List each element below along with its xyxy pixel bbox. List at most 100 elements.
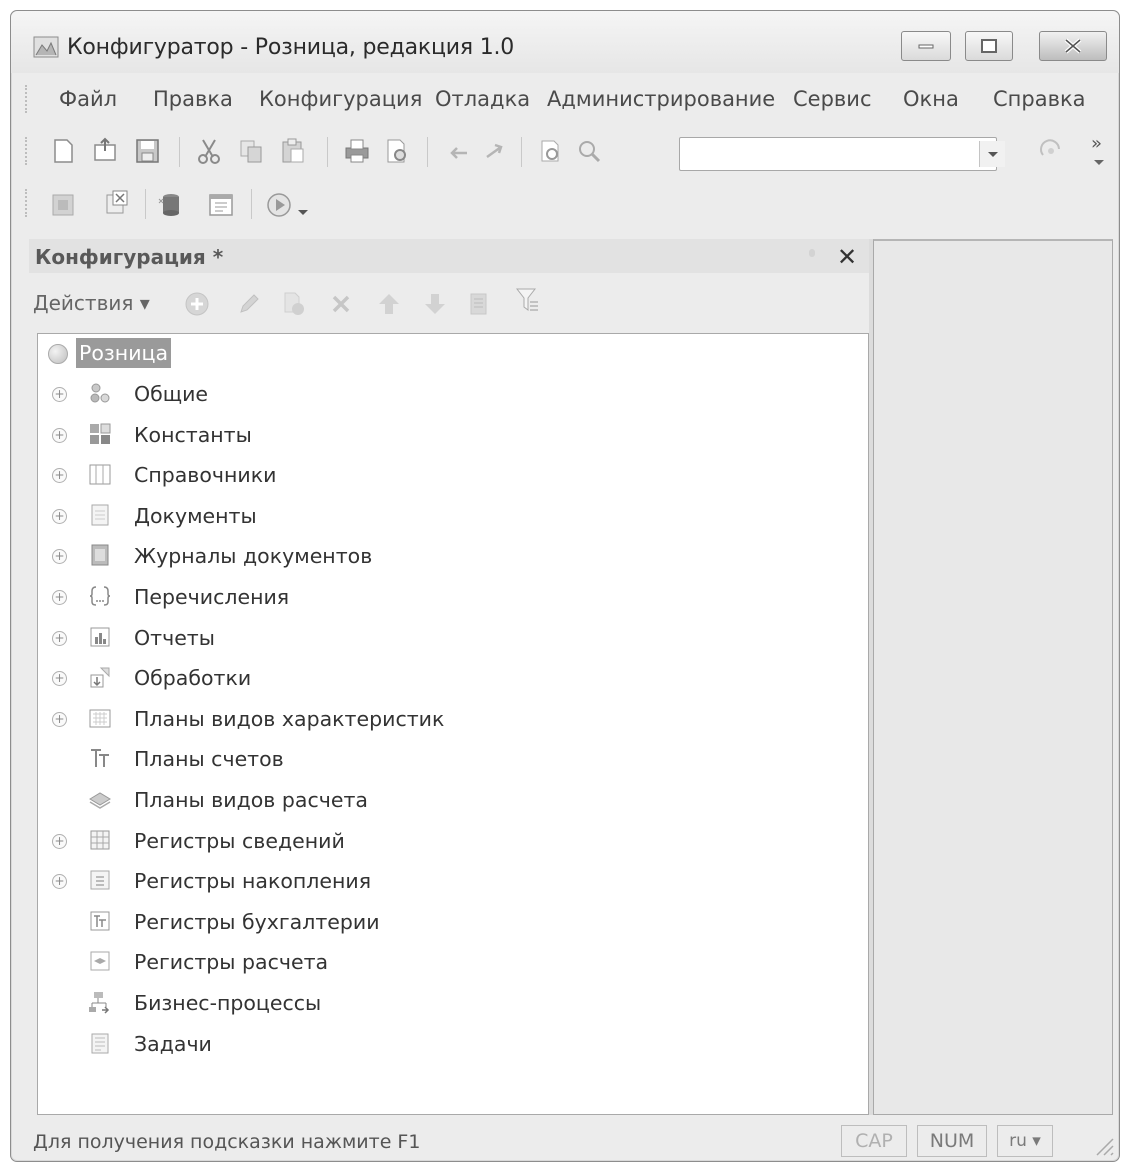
tree-item-label: Общие (134, 382, 209, 406)
expand-icon[interactable]: + (52, 711, 67, 727)
run-debug-icon[interactable] (265, 191, 293, 219)
open-file-icon[interactable] (91, 135, 119, 163)
toolbar-separator (145, 189, 146, 219)
tree-item[interactable]: + Журналы документов (38, 538, 858, 574)
database-icon[interactable] (155, 191, 183, 219)
menu-debug[interactable]: Отладка (435, 87, 530, 111)
tree-item[interactable]: + Регистры сведений (38, 823, 858, 859)
tree-item[interactable]: + Общие (38, 376, 858, 412)
tree-item[interactable]: Регистры бухгалтерии (38, 904, 858, 940)
toolbar-separator (521, 137, 522, 167)
find-in-page-icon[interactable] (537, 137, 565, 165)
print-preview-icon[interactable] (383, 137, 411, 165)
tree-item-label: Бизнес-процессы (134, 991, 322, 1015)
toolbar-separator (427, 137, 428, 167)
toolbar-overflow[interactable]: » (1091, 133, 1102, 154)
minimize-button[interactable] (901, 31, 951, 61)
search-dropdown-button[interactable] (979, 141, 1005, 167)
tree-item-label: Перечисления (134, 585, 290, 609)
edit-icon[interactable] (235, 290, 263, 318)
toolbar-grip[interactable] (25, 189, 28, 217)
expand-icon[interactable]: + (52, 427, 67, 443)
menu-administration[interactable]: Администрирование (547, 87, 775, 111)
panel-close-button[interactable]: ✕ (837, 243, 857, 271)
tree-item[interactable]: + Константы (38, 417, 858, 453)
add-icon[interactable] (183, 290, 211, 318)
tree-item[interactable]: + Документы (38, 498, 858, 534)
delete-icon[interactable] (327, 290, 355, 318)
tree-item[interactable]: + Планы видов характеристик (38, 701, 858, 737)
tree-item-label: Отчеты (134, 625, 215, 650)
journals-icon (91, 544, 109, 566)
actions-menu[interactable]: Действия ▾ (33, 291, 150, 315)
tree-item[interactable]: + Регистры накопления (38, 863, 858, 899)
maximize-button[interactable] (965, 31, 1013, 61)
tree-item[interactable]: + Обработки (38, 660, 858, 696)
toolbar-grip[interactable] (25, 137, 28, 165)
move-up-icon[interactable] (375, 290, 403, 318)
new-file-icon[interactable] (49, 137, 77, 165)
print-icon[interactable] (343, 137, 371, 165)
reports-icon (90, 627, 110, 647)
undo-icon[interactable] (445, 137, 473, 165)
expand-icon[interactable]: + (52, 874, 67, 890)
copy-icon[interactable] (237, 137, 265, 165)
redo-icon[interactable] (481, 137, 509, 165)
constants-icon (90, 423, 111, 444)
tree-item[interactable]: + Отчеты (38, 620, 858, 656)
open-config-icon[interactable] (49, 191, 77, 219)
menu-service[interactable]: Сервис (793, 87, 871, 111)
save-icon[interactable] (133, 137, 161, 165)
tree-item[interactable]: Задачи (38, 1026, 858, 1062)
db-config-icon[interactable] (103, 189, 131, 217)
copy-item-icon[interactable] (279, 290, 307, 318)
run-dropdown-icon[interactable] (297, 209, 309, 217)
tree-item[interactable]: Регистры расчета (38, 944, 858, 980)
expand-icon[interactable]: + (52, 468, 67, 484)
config-root-icon (48, 344, 68, 364)
tree-root[interactable]: Розница (38, 336, 858, 372)
tree-item-label: Регистры бухгалтерии (134, 909, 380, 934)
expand-icon[interactable]: + (52, 833, 67, 849)
expand-icon[interactable]: + (52, 630, 67, 646)
expand-icon[interactable]: + (52, 549, 67, 565)
cut-icon[interactable] (195, 137, 223, 165)
config-toolbar (11, 183, 1119, 227)
tasks-icon (91, 1033, 109, 1054)
search-icon[interactable] (575, 137, 603, 165)
window-layout-icon[interactable] (207, 191, 235, 219)
menu-edit[interactable]: Правка (153, 87, 233, 111)
tree-item[interactable]: Планы видов расчета (38, 782, 858, 818)
toolbar-overflow-arrow-icon[interactable] (1093, 159, 1105, 167)
expand-icon[interactable]: + (52, 671, 67, 687)
tree-item-label: Задачи (134, 1031, 212, 1056)
expand-icon[interactable]: + (52, 387, 67, 402)
resize-grip-icon[interactable] (1091, 1133, 1115, 1157)
expand-icon[interactable]: + (52, 508, 67, 524)
close-icon (1064, 38, 1082, 54)
move-down-icon[interactable] (421, 290, 449, 318)
tree-item-label: Планы счетов (134, 747, 284, 772)
language-indicator[interactable]: ru ▾ (997, 1125, 1053, 1157)
close-button[interactable] (1039, 31, 1107, 61)
menu-file[interactable]: Файл (59, 87, 117, 111)
menu-windows[interactable]: Окна (903, 87, 959, 111)
configuration-panel: Конфигурация * ✕ Действия ▾ Розница + Общ… (29, 239, 869, 1115)
menu-help[interactable]: Справка (993, 87, 1086, 111)
title-bar[interactable]: Конфигуратор - Розница, редакция 1.0 (11, 11, 1119, 73)
tree-item[interactable]: Планы счетов (38, 741, 858, 777)
search-next-icon[interactable] (1037, 137, 1065, 165)
num-indicator: NUM (917, 1125, 987, 1157)
sort-icon[interactable] (465, 290, 493, 318)
filter-icon[interactable] (513, 286, 541, 314)
tree-item-label: Документы (134, 503, 257, 528)
tree-item[interactable]: + Перечисления (38, 579, 858, 615)
pin-icon[interactable] (809, 249, 815, 257)
expand-icon[interactable]: + (52, 590, 67, 605)
menu-configuration[interactable]: Конфигурация (259, 87, 422, 111)
menu-grip[interactable] (25, 85, 28, 113)
tree-item[interactable]: + Справочники (38, 457, 858, 493)
tree-item[interactable]: Бизнес-процессы (38, 985, 858, 1021)
search-input[interactable] (679, 137, 997, 171)
paste-icon[interactable] (279, 137, 307, 165)
